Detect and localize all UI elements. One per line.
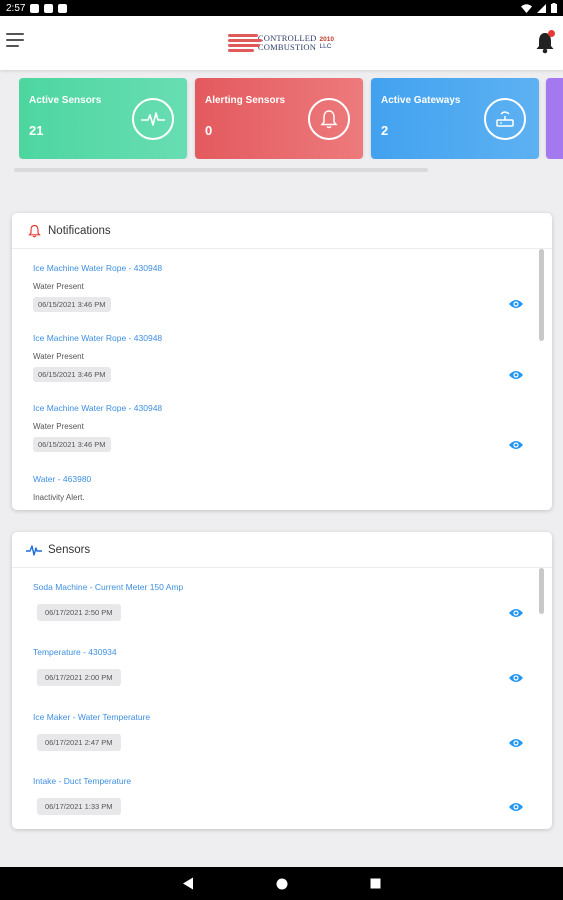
summary-cards: Active Sensors 21 Alerting Sensors 0 Act… <box>19 78 563 159</box>
notification-time: 06/15/2021 3:46 PM <box>33 437 111 452</box>
card-alerting-sensors[interactable]: Alerting Sensors 0 <box>195 78 363 159</box>
bell-outline-icon <box>26 223 42 239</box>
recents-icon[interactable] <box>368 876 384 892</box>
wifi-icon <box>521 3 532 13</box>
notification-message: Water Present <box>33 352 84 361</box>
notification-message: Water Present <box>33 422 84 431</box>
view-eye-icon[interactable] <box>508 368 524 380</box>
cards-scrollbar[interactable] <box>14 168 428 172</box>
sensor-time: 06/17/2021 2:00 PM <box>37 669 121 686</box>
view-eye-icon[interactable] <box>508 297 524 309</box>
list-item: Intake - Duct Temperature 06/17/2021 1:3… <box>33 776 533 815</box>
notifications-bell-icon[interactable] <box>534 30 556 54</box>
notification-title[interactable]: Ice Machine Water Rope - 430948 <box>33 263 533 273</box>
list-item: Ice Machine Water Rope - 430948 Water Pr… <box>33 333 533 382</box>
notifications-title: Notifications <box>48 224 111 237</box>
list-item: Temperature - 430934 06/17/2021 2:00 PM <box>33 647 533 686</box>
view-eye-icon[interactable] <box>508 736 524 748</box>
status-bar: 2:57 <box>0 0 563 16</box>
sensors-list: Soda Machine - Current Meter 150 Amp 06/… <box>12 568 552 829</box>
notification-time: 06/15/2021 3:46 PM <box>33 297 111 312</box>
sensors-title: Sensors <box>48 543 91 556</box>
logo-suffix: LLC <box>319 43 332 50</box>
back-icon[interactable] <box>180 876 196 892</box>
card-active-gateways[interactable]: Active Gateways 2 <box>371 78 539 159</box>
view-eye-icon[interactable] <box>508 606 524 618</box>
sensors-scrollbar[interactable] <box>539 568 544 614</box>
logo-flame-icon <box>228 31 262 55</box>
logo-line-2: COMBUSTION <box>257 42 317 52</box>
bell-icon <box>308 98 350 140</box>
notifications-list: Ice Machine Water Rope - 430948 Water Pr… <box>12 249 552 510</box>
card-partial[interactable] <box>546 78 563 159</box>
view-eye-icon[interactable] <box>508 800 524 812</box>
battery-icon <box>551 3 557 13</box>
system-nav-bar <box>0 867 563 900</box>
sensor-title[interactable]: Soda Machine - Current Meter 150 Amp <box>33 582 533 592</box>
notifications-scrollbar[interactable] <box>539 249 544 341</box>
list-item: Ice Machine Water Rope - 430948 Water Pr… <box>33 263 533 312</box>
pulse-icon <box>26 542 42 558</box>
notification-app-icon <box>30 3 40 13</box>
list-item: Water - 463980 Inactivity Alert. <box>33 474 533 502</box>
notifications-header: Notifications <box>12 213 552 249</box>
sensor-title[interactable]: Intake - Duct Temperature <box>33 776 533 786</box>
list-item: Ice Machine Water Rope - 430948 Water Pr… <box>33 403 533 452</box>
list-item: Ice Maker - Water Temperature 06/17/2021… <box>33 712 533 751</box>
sensors-panel: Sensors Soda Machine - Current Meter 150… <box>12 532 552 829</box>
home-icon[interactable] <box>274 876 290 892</box>
card-active-sensors[interactable]: Active Sensors 21 <box>19 78 187 159</box>
notification-app-icon-3 <box>58 3 68 13</box>
sensor-time: 06/17/2021 2:50 PM <box>37 604 121 621</box>
status-time: 2:57 <box>6 2 26 14</box>
company-logo: CONTROLLED COMBUSTION 2010 LLC <box>228 26 334 60</box>
logo-year: 2010 <box>319 36 334 43</box>
sensor-time: 06/17/2021 1:33 PM <box>37 798 121 815</box>
notification-app-icon-2 <box>44 3 54 13</box>
view-eye-icon[interactable] <box>508 671 524 683</box>
sensor-time: 06/17/2021 2:47 PM <box>37 734 121 751</box>
app-bar: CONTROLLED COMBUSTION 2010 LLC <box>0 16 563 70</box>
bell-alert-dot <box>548 30 555 37</box>
signal-icon <box>537 3 546 13</box>
notification-message: Water Present <box>33 282 84 291</box>
notification-time: 06/15/2021 3:46 PM <box>33 367 111 382</box>
sensor-title[interactable]: Ice Maker - Water Temperature <box>33 712 533 722</box>
menu-icon[interactable] <box>6 33 26 53</box>
pulse-icon <box>132 98 174 140</box>
notifications-panel: Notifications Ice Machine Water Rope - 4… <box>12 213 552 510</box>
sensors-header: Sensors <box>12 532 552 568</box>
sensor-title[interactable]: Temperature - 430934 <box>33 647 533 657</box>
view-eye-icon[interactable] <box>508 438 524 450</box>
notification-title[interactable]: Ice Machine Water Rope - 430948 <box>33 403 533 413</box>
notification-title[interactable]: Ice Machine Water Rope - 430948 <box>33 333 533 343</box>
router-icon <box>484 98 526 140</box>
notification-title[interactable]: Water - 463980 <box>33 474 533 484</box>
notification-message: Inactivity Alert. <box>33 493 85 502</box>
list-item: Soda Machine - Current Meter 150 Amp 06/… <box>33 582 533 621</box>
